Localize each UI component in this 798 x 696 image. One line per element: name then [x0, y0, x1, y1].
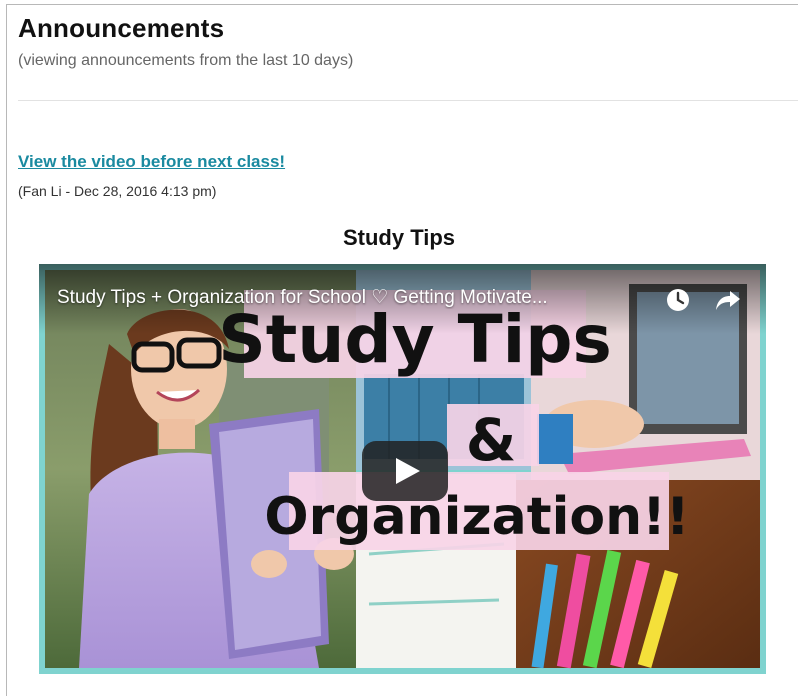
- video-player[interactable]: Study Tips & Organization!! Study Tips +…: [39, 264, 766, 674]
- play-icon[interactable]: [362, 441, 448, 501]
- clock-icon[interactable]: [666, 288, 690, 312]
- thumbnail-text-line2: &: [466, 406, 517, 474]
- announcement-meta: (Fan Li - Dec 28, 2016 4:13 pm): [18, 183, 217, 199]
- divider: [18, 100, 798, 101]
- announcement-link[interactable]: View the video before next class!: [18, 152, 285, 172]
- page-subtitle: (viewing announcements from the last 10 …: [18, 52, 354, 69]
- share-arrow-icon[interactable]: [715, 288, 741, 312]
- video-heading: Study Tips: [342, 225, 456, 250]
- video-title[interactable]: Study Tips + Organization for School ♡ G…: [57, 286, 647, 309]
- page-title: Announcements: [18, 13, 225, 43]
- thumbnail-text-line3: Organization!!: [264, 487, 689, 547]
